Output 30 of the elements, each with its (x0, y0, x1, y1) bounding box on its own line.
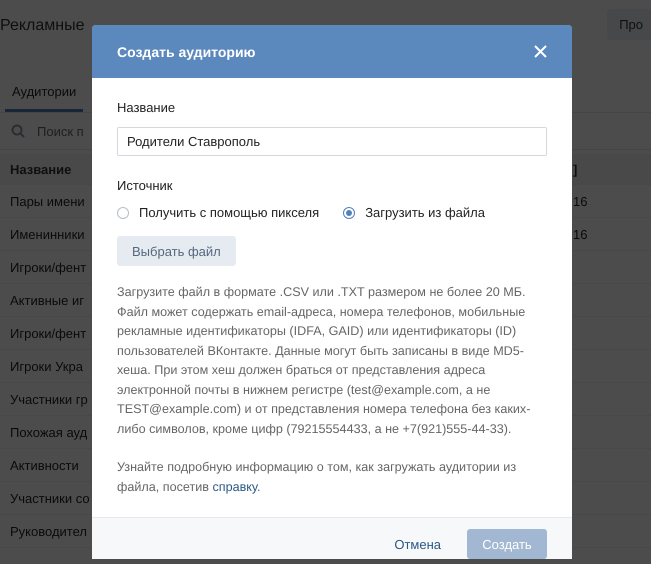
field-label: Название (117, 100, 176, 115)
name-field[interactable]: Родители Ставрополь (117, 127, 547, 156)
table-cell-text: Пары имени (9, 194, 86, 208)
table-cell-text: Именинники (9, 226, 86, 242)
table-cell-text: 16 (572, 226, 588, 242)
close-button[interactable] (534, 45, 547, 58)
field-label: Источник (117, 178, 174, 193)
column-header: Название (9, 162, 72, 176)
table-cell-text: Активные иг (9, 292, 85, 308)
dialog-title: Создать аудиторию (117, 44, 256, 60)
description-text: Загрузите файл в формате .CSV или .TXT размером не более 20 МБ. Файл может содержать email-адреса, номера телефонов, мобильные рекламные идентификаторы (IDFA, GAID) или идентификаторы (ID) пользователей ВКонтакте. Данные могут быть записаны в виде MD5-хеша. При этом хеш должен браться от представления адреса электронной почты в нижнем регистре (test@example.com, а не TEST@example.com) и от представления номера телефона без каких-либо символов, кроме цифр (79215554433, а не +7(921)555-44-33). (117, 284, 532, 438)
table-cell-text: Участники со (9, 490, 91, 506)
table-cell-text: Активности (9, 458, 80, 472)
radio-option[interactable]: Получить с помощью пикселя (117, 205, 320, 220)
help-link[interactable]: справку (212, 480, 257, 494)
table-cell-text: 16 (572, 194, 588, 208)
table-cell-text: Участники гр (9, 392, 89, 406)
table-cell-text: Игроки Укра (9, 358, 84, 374)
cancel-button[interactable]: Отмена (394, 529, 441, 559)
table-cell-text: Игроки/фент (9, 326, 88, 340)
radio-button[interactable] (117, 206, 129, 218)
radio-option[interactable]: Загрузить из файла (343, 205, 485, 220)
column-header: ] (572, 162, 578, 176)
radio-button[interactable] (343, 206, 356, 218)
table-cell-text: Руководител (9, 524, 88, 538)
table-cell-text: Похожая ауд (9, 424, 88, 440)
table-cell-text: Игроки/фент (9, 260, 88, 274)
close-icon (534, 45, 547, 58)
help-text: Узнайте подробную информацию о том, как загружать аудитории из файла, посетив справку. (117, 459, 518, 496)
choose-file-button[interactable]: Выбрать файл (117, 236, 236, 266)
